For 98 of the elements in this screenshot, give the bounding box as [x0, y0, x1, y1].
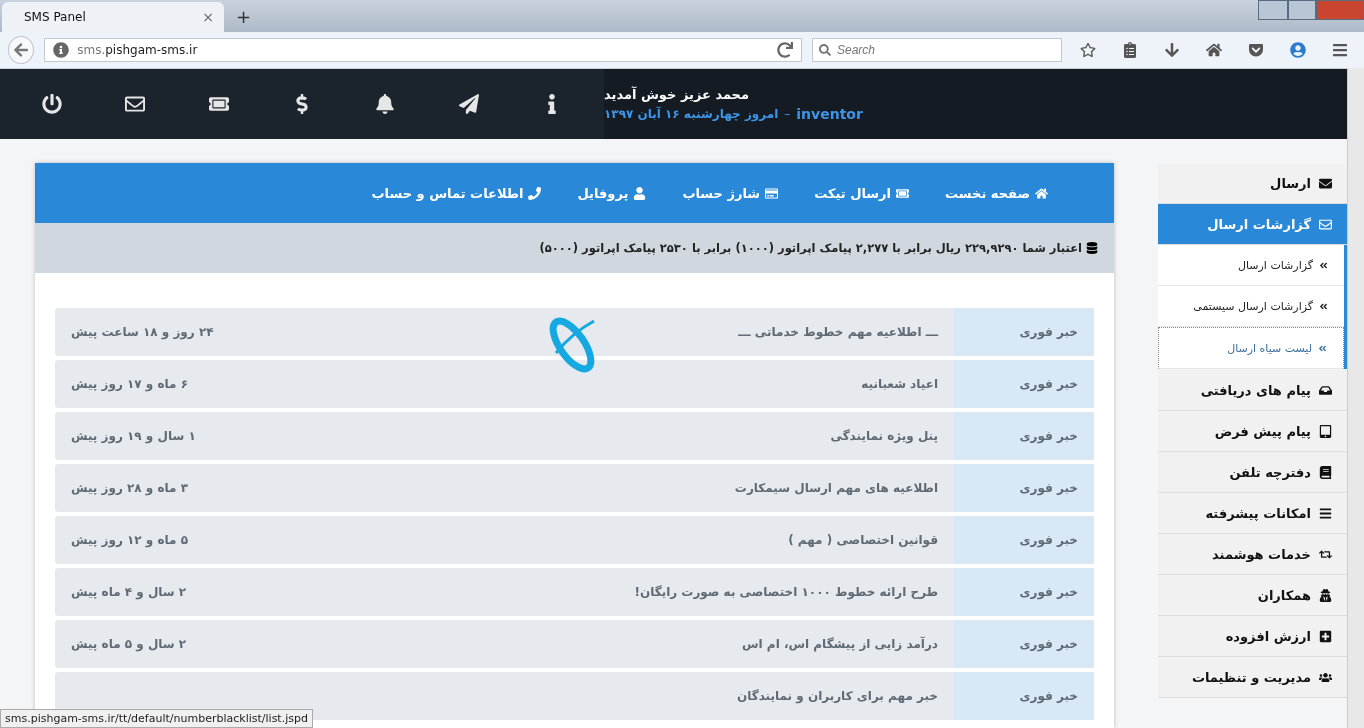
url-text: sms.pishgam-sms.ir	[77, 43, 198, 57]
info-icon	[53, 42, 70, 58]
nav-link[interactable]: صفحه نخست	[945, 185, 1048, 201]
news-row[interactable]: خبر فوری پنل ویژه نمایندگی ۱ سال و ۱۹ روز پیش	[55, 412, 1094, 460]
status-url: sms.pishgam-sms.ir/tt/default/numberblacklist/list.jspd	[0, 709, 313, 728]
users-icon	[1319, 670, 1332, 684]
agent-icon	[1319, 588, 1332, 602]
tab-title: SMS Panel	[24, 10, 86, 24]
sidebar-item[interactable]: ارزش افزوده	[1158, 616, 1348, 656]
submenu-item[interactable]: گزارشات ارسال	[1158, 245, 1344, 286]
credit-text: اعتبار شما ۲۲۹,۹۲۹۰ ریال برابر با ۲,۲۷۷ پیامک اپراتور (۱۰۰۰) برابر با ۲۵۳۰ پیامک اپراتور (۵۰۰۰)	[539, 241, 1082, 255]
news-time: ۲۴ روز و ۱۸ ساعت پیش	[71, 325, 214, 339]
news-time: ۵ ماه و ۱۲ روز پیش	[71, 533, 188, 547]
back-arrow-icon	[13, 42, 30, 58]
submenu-item[interactable]: لیست سیاه ارسال	[1158, 327, 1344, 369]
new-tab-button[interactable]: +	[236, 6, 252, 27]
sidebar-item[interactable]: پیام های دریافتی	[1158, 370, 1348, 410]
database-icon	[1086, 242, 1098, 254]
news-tag: خبر فوری	[1019, 689, 1078, 703]
nav-link[interactable]: ارسال تیکت	[814, 185, 910, 201]
news-tag: خبر فوری	[1019, 585, 1078, 599]
submenu-item[interactable]: گزارشات ارسال سیستمی	[1158, 286, 1344, 327]
news-title: خبر مهم برای کاربران و نمایندگان	[736, 689, 938, 703]
menu-icon[interactable]	[1332, 42, 1348, 58]
inbox-icon	[1319, 383, 1332, 397]
envelope-icon	[1319, 176, 1332, 190]
sidebar-item[interactable]: گزارشات ارسال	[1158, 204, 1348, 244]
search-field[interactable]: Search	[812, 38, 1062, 62]
news-title: اعیاد شعبانیه	[861, 377, 938, 391]
minimize-button[interactable]	[1258, 0, 1288, 20]
date-text: امروز چهارشنبه ۱۶ آبان ۱۳۹۷	[604, 106, 779, 121]
news-tag: خبر فوری	[1019, 429, 1078, 443]
home-icon	[1035, 186, 1048, 200]
news-tag: خبر فوری	[1019, 377, 1078, 391]
news-row[interactable]: خبر فوری اطلاعیه های مهم ارسال سیمکارت ۳ ماه و ۲۸ روز پیش	[55, 464, 1094, 512]
news-row[interactable]: خبر فوری طرح ارائه خطوط ۱۰۰۰ اختصاصی به صورت رایگان! ۲ سال و ۴ ماه پیش	[55, 568, 1094, 616]
power-icon[interactable]	[41, 94, 62, 114]
browser-tab[interactable]: SMS Panel ×	[2, 2, 224, 32]
clipboard-icon[interactable]	[1122, 42, 1138, 58]
plus-icon	[1319, 629, 1332, 643]
sidebar-item[interactable]: امکانات پیشرفته	[1158, 493, 1348, 533]
nav-link[interactable]: پروفایل	[577, 185, 647, 201]
envelope-icon	[1319, 217, 1332, 231]
tablet-icon	[1319, 424, 1332, 438]
credit-card-icon	[765, 186, 779, 200]
news-row[interactable]: خبر فوری درآمد زایی از پیشگام اس، ام اس ۲ سال و ۵ ماه پیش	[55, 620, 1094, 668]
sidebar-item[interactable]: مدیریت و تنظیمات	[1158, 657, 1348, 697]
nav-link[interactable]: اطلاعات تماس و حساب	[371, 185, 542, 201]
news-row[interactable]: خبر فوری اعیاد شعبانیه ۶ ماه و ۱۷ روز پیش	[55, 360, 1094, 408]
news-title: پنل ویژه نمایندگی	[830, 429, 938, 443]
ticket-icon	[896, 186, 910, 200]
news-time: ۶ ماه و ۱۷ روز پیش	[71, 377, 188, 391]
home-icon[interactable]	[1206, 42, 1222, 58]
chevron-icon	[1319, 260, 1328, 270]
news-row[interactable]: خبر فوری قوانین اختصاصی ( مهم ) ۵ ماه و ۱۲ روز پیش	[55, 516, 1094, 564]
address-field[interactable]: sms.pishgam-sms.ir	[44, 38, 802, 62]
chevron-icon	[1319, 301, 1328, 311]
phone-icon	[528, 186, 542, 200]
pocket-icon[interactable]	[1248, 42, 1264, 58]
nav-link[interactable]: شارژ حساب	[682, 185, 779, 201]
news-time: ۲ سال و ۴ ماه پیش	[71, 585, 187, 599]
news-time: ۲ سال و ۵ ماه پیش	[71, 637, 187, 651]
news-row[interactable]: خبر فوری ـــ اطلاعیه مهم خطوط خدماتی ـــ ۲۴ روز و ۱۸ ساعت پیش	[55, 308, 1094, 356]
news-title: ـــ اطلاعیه مهم خطوط خدماتی ـــ	[738, 325, 938, 339]
sidebar-item[interactable]: خدمات هوشمند	[1158, 534, 1348, 574]
tab-close-button[interactable]: ×	[202, 9, 214, 25]
book-icon	[1319, 465, 1332, 479]
star-icon[interactable]	[1080, 42, 1096, 58]
scrollbar[interactable]	[1347, 68, 1364, 728]
news-time: ۳ ماه و ۲۸ روز پیش	[71, 481, 188, 495]
maximize-button[interactable]	[1288, 0, 1316, 20]
ticket-icon[interactable]	[208, 94, 229, 114]
greeting: محمد عزیز خوش آمدید	[604, 86, 750, 102]
news-title: قوانین اختصاصی ( مهم )	[788, 533, 938, 547]
sidebar-item[interactable]: ارسال	[1158, 163, 1348, 203]
account-icon[interactable]	[1290, 42, 1306, 58]
news-tag: خبر فوری	[1019, 325, 1078, 339]
news-title: درآمد زایی از پیشگام اس، ام اس	[742, 637, 938, 651]
chevron-icon	[1318, 343, 1327, 353]
separator: –	[784, 106, 791, 121]
sidebar-item[interactable]: همکاران	[1158, 575, 1348, 615]
news-tag: خبر فوری	[1019, 533, 1078, 547]
download-icon[interactable]	[1164, 42, 1180, 58]
news-title: اطلاعیه های مهم ارسال سیمکارت	[734, 481, 938, 495]
sidebar-item[interactable]: پیام پیش فرض	[1158, 411, 1348, 451]
user-icon	[633, 186, 647, 200]
news-tag: خبر فوری	[1019, 481, 1078, 495]
bell-icon[interactable]	[375, 94, 396, 114]
back-button[interactable]	[8, 36, 35, 64]
paper-plane-icon[interactable]	[458, 94, 479, 114]
username: inventor	[796, 105, 863, 122]
reload-icon[interactable]	[777, 42, 793, 58]
envelope-icon[interactable]	[125, 94, 146, 114]
news-title: طرح ارائه خطوط ۱۰۰۰ اختصاصی به صورت رایگان!	[634, 585, 938, 599]
news-tag: خبر فوری	[1019, 637, 1078, 651]
sidebar-item[interactable]: دفترچه تلفن	[1158, 452, 1348, 492]
list-icon	[1319, 506, 1332, 520]
news-time: ۱ سال و ۱۹ روز پیش	[71, 429, 196, 443]
